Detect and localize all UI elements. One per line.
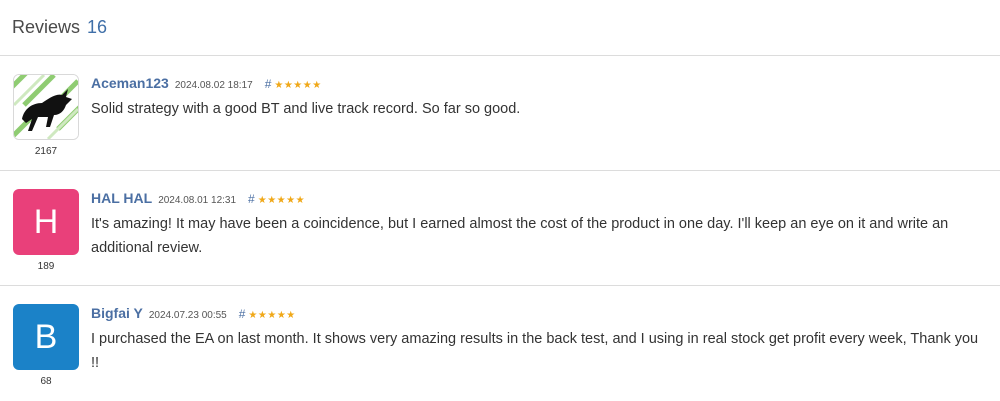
review-body: Aceman123 2024.08.02 18:17 # ★★★★★ Solid…	[91, 75, 982, 121]
star-rating: ★★★★★	[248, 310, 296, 321]
review-date: 2024.07.23 00:55	[148, 310, 227, 321]
reviews-header: Reviews 16	[0, 0, 1000, 56]
avatar-letter: H	[33, 202, 59, 241]
star-rating: ★★★★★	[274, 80, 322, 91]
avatar[interactable]: B	[13, 304, 79, 370]
avatar[interactable]: H	[13, 189, 79, 255]
author-rating: 68	[40, 376, 52, 387]
review-item: H 189 HAL HAL 2024.08.01 12:31 # ★★★★★ I…	[0, 171, 1000, 286]
star-rating: ★★★★★	[257, 195, 306, 206]
author-rating: 189	[37, 261, 55, 272]
review-date: 2024.08.01 12:31	[158, 195, 237, 206]
avatar-letter: B	[34, 317, 58, 356]
bull-avatar-icon	[14, 75, 78, 139]
author-link[interactable]: HAL HAL	[91, 190, 152, 206]
review-text: Solid strategy with a good BT and live t…	[91, 101, 521, 117]
review-item: B 68 Bigfai Y 2024.07.23 00:55 # ★★★★★ I…	[0, 286, 1000, 401]
review-item: 2167 Aceman123 2024.08.02 18:17 # ★★★★★ …	[0, 56, 1000, 171]
review-body: Bigfai Y 2024.07.23 00:55 # ★★★★★ I purc…	[91, 305, 982, 375]
reviews-title: Reviews	[12, 17, 81, 37]
author-link[interactable]: Bigfai Y	[91, 305, 143, 321]
permalink-hash[interactable]: #	[239, 307, 246, 321]
review-text: I purchased the EA on last month. It sho…	[91, 331, 979, 371]
review-meta: Aceman123 2024.08.02 18:17 # ★★★★★	[91, 75, 982, 91]
permalink-hash[interactable]: #	[248, 192, 255, 206]
review-date: 2024.08.02 18:17	[174, 80, 253, 91]
review-meta: HAL HAL 2024.08.01 12:31 # ★★★★★	[91, 190, 982, 206]
permalink-hash[interactable]: #	[265, 77, 272, 91]
review-text: It's amazing! It may have been a coincid…	[91, 216, 949, 256]
review-body: HAL HAL 2024.08.01 12:31 # ★★★★★ It's am…	[91, 190, 982, 260]
author-link[interactable]: Aceman123	[91, 75, 169, 91]
avatar[interactable]	[13, 74, 79, 140]
review-meta: Bigfai Y 2024.07.23 00:55 # ★★★★★	[91, 305, 982, 321]
reviews-count: 16	[87, 17, 108, 37]
author-rating: 2167	[34, 146, 58, 157]
